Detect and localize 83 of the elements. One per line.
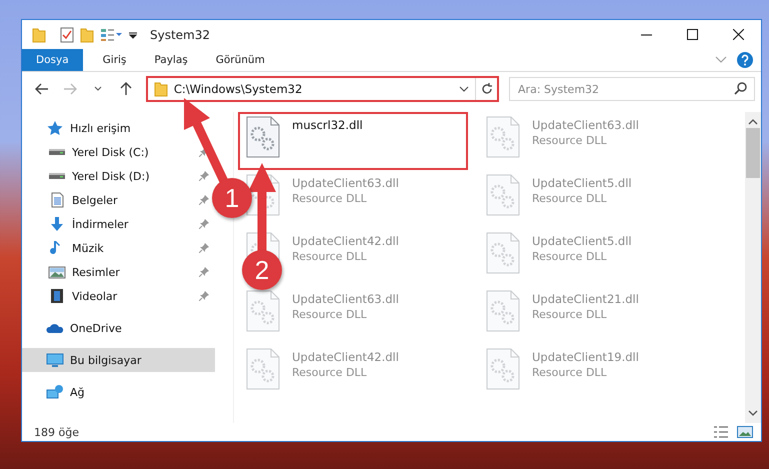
window-title: System32	[150, 28, 210, 42]
file-name: UpdateClient5.dll	[532, 176, 632, 190]
file-name: UpdateClient63.dll	[292, 176, 399, 190]
search-field[interactable]: Ara: System32	[509, 77, 756, 101]
scrollbar[interactable]	[745, 112, 761, 423]
file-type: Resource DLL	[292, 192, 368, 205]
pin-icon[interactable]	[199, 171, 209, 181]
settings-file-icon	[486, 174, 520, 216]
file-name: UpdateClient42.dll	[292, 350, 399, 364]
file-name: UpdateClient63.dll	[292, 292, 399, 306]
settings-file-icon	[246, 290, 280, 332]
file-type: Resource DLL	[532, 134, 608, 147]
up-arrow-icon	[120, 82, 132, 96]
ribbon-tab[interactable]: Dosya	[22, 49, 83, 71]
pin-icon[interactable]	[199, 219, 209, 229]
sidebar-item[interactable]: Müzik	[22, 236, 215, 260]
item-count: 189 öğe	[34, 426, 79, 438]
file-type: Resource DLL	[292, 250, 368, 263]
file-type: Resource DLL	[532, 366, 608, 379]
sidebar-item[interactable]: Resimler	[22, 260, 215, 284]
picture-icon	[48, 264, 66, 280]
sidebar-item[interactable]: Bu bilgisayar	[22, 348, 215, 372]
file-name: UpdateClient19.dll	[532, 350, 639, 364]
sidebar-item[interactable]: Hızlı erişim	[22, 116, 215, 140]
file-type: Resource DLL	[532, 192, 608, 205]
checklist-icon[interactable]	[60, 26, 74, 42]
file-name: UpdateClient21.dll	[532, 292, 639, 306]
left-arrow-icon	[34, 83, 49, 95]
large-icons-view-icon[interactable]	[737, 426, 753, 438]
ribbon-tab[interactable]: Görünüm	[202, 49, 279, 71]
file-type: Resource DLL	[532, 308, 608, 321]
sidebar-item[interactable]: Videolar	[22, 284, 215, 308]
settings-file-icon	[486, 348, 520, 390]
right-arrow-icon	[62, 83, 77, 95]
chevron-down-icon[interactable]	[459, 86, 470, 92]
close-icon	[732, 29, 744, 40]
pin-icon[interactable]	[199, 267, 209, 277]
folder-icon	[32, 26, 46, 42]
sidebar-item[interactable]: Ağ	[22, 380, 215, 404]
drive-icon	[48, 148, 66, 156]
folder-icon	[154, 81, 168, 97]
sidebar-item[interactable]: OneDrive	[22, 316, 215, 340]
film-icon	[48, 288, 66, 304]
settings-file-icon	[486, 232, 520, 274]
sidebar-item[interactable]: İndirmeler	[22, 212, 215, 236]
maximize-icon	[686, 29, 698, 40]
down-arrow-icon	[48, 216, 66, 232]
file-name: UpdateClient42.dll	[292, 234, 399, 248]
file-name: UpdateClient5.dll	[532, 234, 632, 248]
help-icon[interactable]	[737, 52, 753, 68]
sidebar-item[interactable]: Yerel Disk (C:)	[22, 140, 215, 164]
dropdown-icon[interactable]	[128, 30, 138, 40]
ribbon-tab[interactable]: Giriş	[88, 49, 140, 71]
monitor-icon	[46, 352, 64, 368]
search-icon[interactable]	[734, 82, 748, 95]
network-icon	[46, 384, 64, 400]
pin-icon[interactable]	[199, 195, 209, 205]
file-name: muscrl32.dll	[292, 118, 363, 132]
file-name: UpdateClient63.dll	[532, 118, 639, 132]
details-view-icon[interactable]	[713, 426, 729, 438]
settings-file-icon	[246, 116, 280, 158]
scroll-up-icon[interactable]	[748, 118, 758, 126]
star-icon	[46, 120, 64, 136]
settings-file-icon	[486, 116, 520, 158]
settings-file-icon	[486, 290, 520, 332]
address-bar[interactable]: C:\Windows\System32	[146, 76, 500, 102]
sidebar-item[interactable]: Belgeler	[22, 188, 215, 212]
drive-icon	[48, 172, 66, 180]
file-type: Resource DLL	[292, 308, 368, 321]
file-type: Resource DLL	[532, 250, 608, 263]
settings-file-icon	[246, 348, 280, 390]
caret-icon	[94, 86, 102, 92]
file-type: Resource DLL	[292, 366, 368, 379]
ribbon-tab[interactable]: Paylaş	[140, 49, 202, 71]
properties-icon[interactable]	[100, 28, 122, 42]
pin-icon[interactable]	[199, 243, 209, 253]
refresh-icon	[480, 83, 493, 95]
minimize-icon	[640, 34, 652, 36]
new-folder-icon	[80, 26, 94, 42]
pin-icon[interactable]	[199, 291, 209, 301]
scroll-down-icon[interactable]	[748, 409, 758, 417]
sidebar-item[interactable]: Yerel Disk (D:)	[22, 164, 215, 188]
scrollbar-thumb[interactable]	[746, 128, 760, 178]
